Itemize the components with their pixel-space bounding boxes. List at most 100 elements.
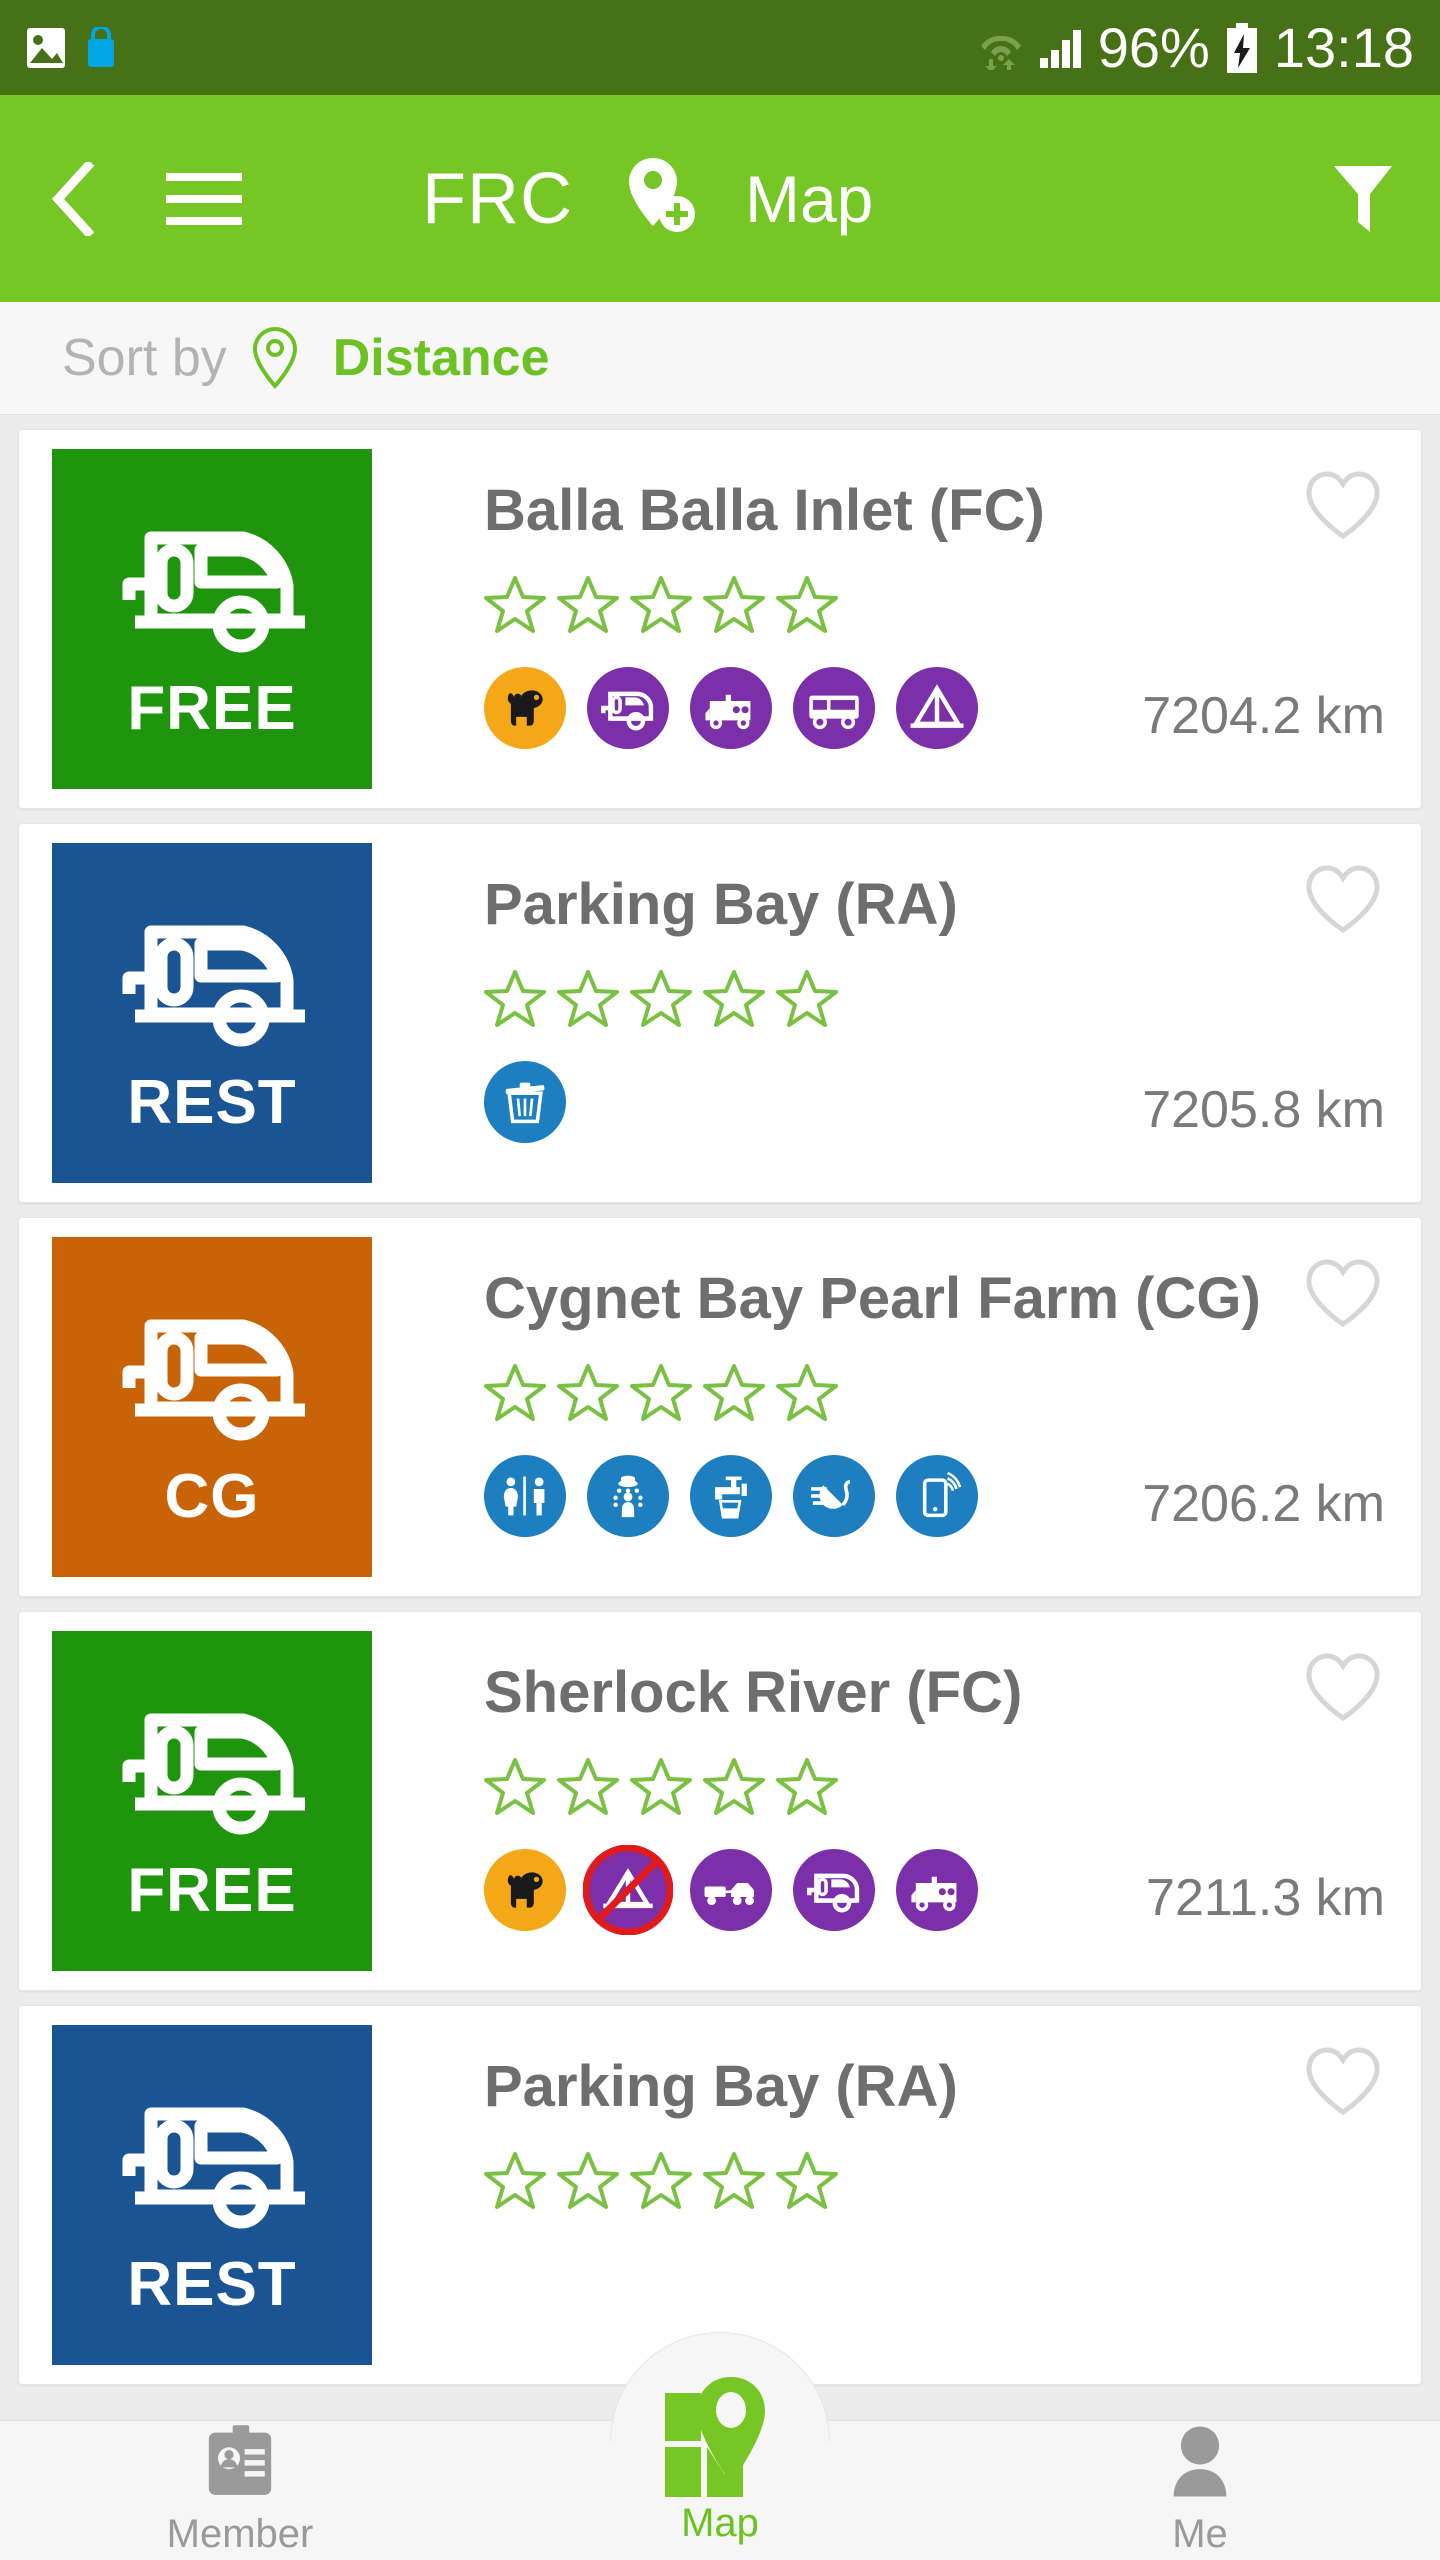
rating-stars[interactable] xyxy=(484,1756,1421,1821)
listing-card[interactable]: FREE Balla Balla Inlet (FC) 7204.2 km xyxy=(18,429,1422,809)
filter-funnel-icon[interactable] xyxy=(1332,162,1394,236)
listing-card[interactable]: REST Parking Bay (RA) xyxy=(18,2005,1422,2385)
back-icon[interactable] xyxy=(46,159,104,238)
listing-title: Balla Balla Inlet (FC) xyxy=(484,478,1045,543)
listing-badge-label: REST xyxy=(127,1068,297,1137)
star-icon[interactable] xyxy=(776,968,838,1033)
nav-item-member[interactable]: Member xyxy=(0,2421,480,2560)
rating-stars[interactable] xyxy=(484,2150,1421,2215)
star-icon[interactable] xyxy=(776,1362,838,1427)
page-title: FRC xyxy=(422,158,573,239)
listing-thumbnail: REST xyxy=(52,2025,372,2365)
bus-icon xyxy=(793,667,875,749)
photos-icon xyxy=(26,27,66,69)
nav-label-me: Me xyxy=(1172,2511,1228,2556)
status-bar-right-icons: 96% 13:18 xyxy=(978,15,1414,80)
listing-badge-label: REST xyxy=(127,2250,297,2319)
star-icon[interactable] xyxy=(557,968,619,1033)
listing-body: Balla Balla Inlet (FC) xyxy=(372,430,1421,808)
star-icon[interactable] xyxy=(484,1362,546,1427)
star-icon[interactable] xyxy=(703,2150,765,2215)
star-icon[interactable] xyxy=(630,1756,692,1821)
nav-item-me[interactable]: Me xyxy=(960,2421,1440,2560)
favorite-heart-icon[interactable] xyxy=(1305,1652,1381,1722)
star-icon[interactable] xyxy=(703,574,765,639)
listing-card[interactable]: CG Cygnet Bay Pearl Farm (CG) 7206.2 km xyxy=(18,1217,1422,1597)
nav-label-member: Member xyxy=(166,2511,314,2556)
listing-badge-label: CG xyxy=(164,1462,260,1531)
listing-title: Cygnet Bay Pearl Farm (CG) xyxy=(484,1266,1261,1331)
caravan-icon xyxy=(793,1849,875,1931)
star-icon[interactable] xyxy=(703,1756,765,1821)
listing-thumbnail: REST xyxy=(52,843,372,1183)
listing-list[interactable]: FREE Balla Balla Inlet (FC) 7204.2 km REST P… xyxy=(0,415,1440,2560)
listing-body: Cygnet Bay Pearl Farm (CG) xyxy=(372,1218,1421,1596)
listing-title: Parking Bay (RA) xyxy=(484,2054,958,2119)
star-icon[interactable] xyxy=(484,968,546,1033)
listing-title: Parking Bay (RA) xyxy=(484,872,958,937)
caravan-icon xyxy=(587,667,669,749)
star-icon[interactable] xyxy=(557,1756,619,1821)
listing-distance: 7206.2 km xyxy=(1142,1475,1385,1533)
status-bar: 96% 13:18 xyxy=(0,0,1440,95)
rubbish-bin-icon xyxy=(484,1061,566,1143)
star-icon[interactable] xyxy=(776,574,838,639)
signal-icon xyxy=(1038,26,1084,70)
shopping-bag-icon xyxy=(84,24,118,69)
favorite-heart-icon[interactable] xyxy=(1305,470,1381,540)
battery-charging-icon xyxy=(1224,22,1260,73)
listing-card[interactable]: FREE Sherlock River (FC) 7211.3 km xyxy=(18,1611,1422,1991)
favorite-heart-icon[interactable] xyxy=(1305,2046,1381,2116)
star-icon[interactable] xyxy=(484,1756,546,1821)
power-plug-icon xyxy=(793,1455,875,1537)
app-root: 96% 13:18 FRC Map Sort by Distance FREE … xyxy=(0,0,1440,2560)
listing-thumbnail: CG xyxy=(52,1237,372,1577)
star-icon[interactable] xyxy=(630,574,692,639)
listing-distance: 7204.2 km xyxy=(1142,687,1385,745)
toilets-icon xyxy=(484,1455,566,1537)
star-icon[interactable] xyxy=(703,968,765,1033)
listing-distance: 7205.8 km xyxy=(1142,1081,1385,1139)
favorite-heart-icon[interactable] xyxy=(1305,1258,1381,1328)
sort-bar[interactable]: Sort by Distance xyxy=(0,302,1440,415)
nav-label-map: Map xyxy=(681,2501,759,2545)
app-bar: FRC Map xyxy=(0,95,1440,302)
rating-stars[interactable] xyxy=(484,1362,1421,1427)
member-card-icon xyxy=(207,2424,273,2502)
dog-allowed-icon xyxy=(484,1849,566,1931)
star-icon[interactable] xyxy=(630,1362,692,1427)
star-icon[interactable] xyxy=(630,2150,692,2215)
hamburger-menu-icon[interactable] xyxy=(166,171,242,227)
map-view-label[interactable]: Map xyxy=(745,161,873,237)
listing-thumbnail: FREE xyxy=(52,1631,372,1971)
star-icon[interactable] xyxy=(557,2150,619,2215)
drinking-water-icon xyxy=(690,1455,772,1537)
sort-by-label: Sort by xyxy=(62,329,227,387)
add-location-pin-icon[interactable] xyxy=(625,156,697,242)
star-icon[interactable] xyxy=(484,2150,546,2215)
star-icon[interactable] xyxy=(484,574,546,639)
listing-card[interactable]: REST Parking Bay (RA) 7205.8 km xyxy=(18,823,1422,1203)
location-pin-icon xyxy=(251,326,299,390)
star-icon[interactable] xyxy=(776,2150,838,2215)
star-icon[interactable] xyxy=(776,1756,838,1821)
star-icon[interactable] xyxy=(557,574,619,639)
star-icon[interactable] xyxy=(703,1362,765,1427)
shower-icon xyxy=(587,1455,669,1537)
motorhome-icon xyxy=(896,1849,978,1931)
rating-stars[interactable] xyxy=(484,968,1421,1033)
listing-thumbnail: FREE xyxy=(52,449,372,789)
favorite-heart-icon[interactable] xyxy=(1305,864,1381,934)
rating-stars[interactable] xyxy=(484,574,1421,639)
bottom-navigation: Member Map Me xyxy=(0,2332,1440,2560)
no-tent-icon xyxy=(583,1845,673,1935)
listing-title: Sherlock River (FC) xyxy=(484,1660,1023,1725)
nav-item-map[interactable]: Map xyxy=(480,2332,960,2560)
star-icon[interactable] xyxy=(630,968,692,1033)
car-trailer-icon xyxy=(690,1849,772,1931)
dog-allowed-icon xyxy=(484,667,566,749)
wifi-icon xyxy=(978,26,1024,72)
motorhome-icon xyxy=(690,667,772,749)
star-icon[interactable] xyxy=(557,1362,619,1427)
sort-value[interactable]: Distance xyxy=(333,328,550,388)
